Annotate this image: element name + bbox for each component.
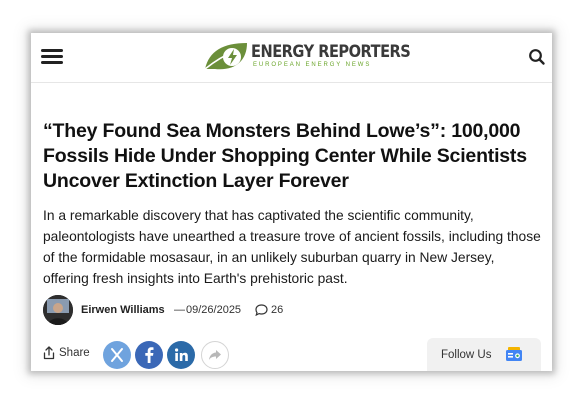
comment-count: 26 [271,304,284,316]
linkedin-icon [175,348,188,361]
share-forward-button[interactable] [201,341,229,369]
article-summary: In a remarkable discovery that has capti… [43,208,541,286]
hamburger-menu-icon[interactable] [41,47,63,65]
site-header: ENERGY REPORTERS EUROPEAN ENERGY NEWS [31,33,552,83]
search-icon[interactable] [528,48,546,66]
byline: Eirwen Williams — 09/26/2025 26 [43,295,543,325]
comment-bubble-icon [255,304,268,316]
menu-bar [41,61,63,64]
author-name[interactable]: Eirwen Williams [81,304,165,316]
logo-subtitle: EUROPEAN ENERGY NEWS [253,62,372,68]
x-icon [111,348,123,362]
author-avatar[interactable] [43,295,73,325]
share-x-button[interactable] [103,341,131,369]
follow-us-label: Follow Us [441,349,492,361]
google-news-icon [506,347,522,361]
share-linkedin-button[interactable] [167,341,195,369]
byline-separator: — [174,304,185,316]
logo-title: ENERGY REPORTERS [251,42,411,62]
share-label: Share [59,347,90,359]
share-bar: Share Follow Us [31,338,552,371]
leaf-bolt-logo-icon [204,43,247,70]
menu-bar [41,49,63,52]
publish-date: 09/26/2025 [186,304,242,316]
site-logo[interactable]: ENERGY REPORTERS EUROPEAN ENERGY NEWS [201,39,411,73]
menu-bar [41,55,63,58]
facebook-icon [145,347,154,363]
article-title: “They Found Sea Monsters Behind Lowe’s”:… [43,120,527,192]
avatar-image [43,295,73,325]
share-facebook-button[interactable] [135,341,163,369]
article-card: ENERGY REPORTERS EUROPEAN ENERGY NEWS “T… [31,33,552,371]
share-icon [43,346,55,360]
forward-arrow-icon [209,350,221,360]
follow-us-button[interactable]: Follow Us [427,338,541,371]
